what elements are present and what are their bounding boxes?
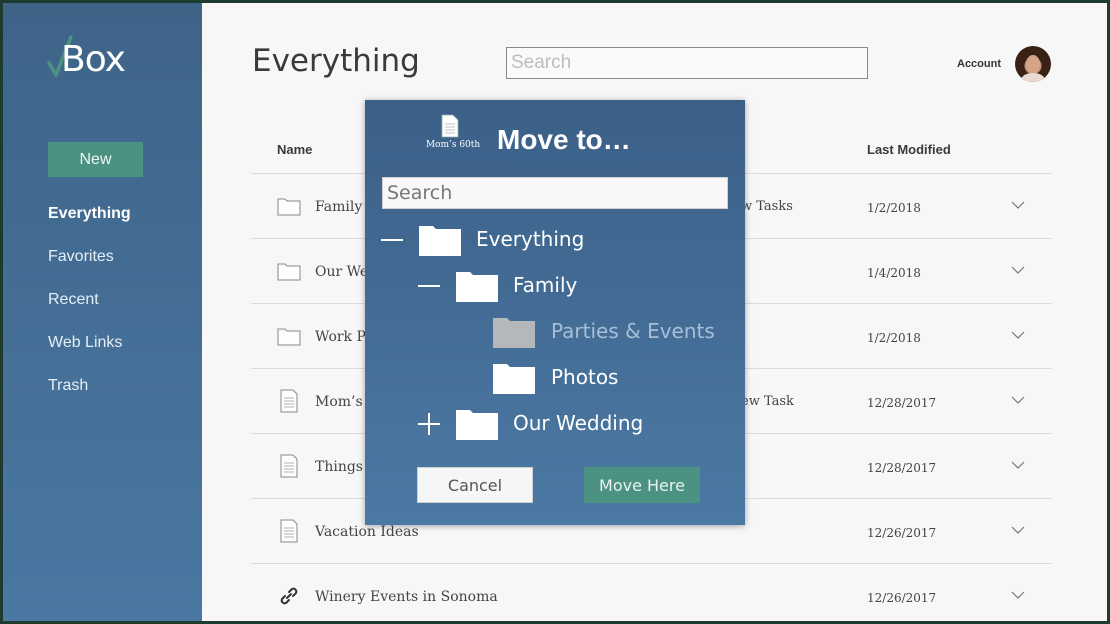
page-title: Everything xyxy=(252,43,420,79)
column-header-last-modified[interactable]: Last Modified xyxy=(867,142,951,157)
folder-icon xyxy=(493,318,535,348)
sidebar-nav: Everything Favorites Recent Web Links Tr… xyxy=(48,201,131,416)
tree-item-label: Parties & Events xyxy=(551,319,715,343)
row-date: 1/4/2018 xyxy=(867,266,921,280)
row-date: 12/28/2017 xyxy=(867,396,937,410)
row-date: 12/26/2017 xyxy=(867,526,937,540)
dialog-search-input[interactable]: Search xyxy=(382,177,728,209)
logo-text: Box xyxy=(61,39,126,80)
sidebar-item-recent[interactable]: Recent xyxy=(48,287,131,330)
link-icon xyxy=(280,587,298,605)
row-name[interactable]: Things xyxy=(315,459,363,475)
move-here-button[interactable]: Move Here xyxy=(584,467,700,503)
chevron-down-icon[interactable] xyxy=(1011,459,1025,471)
sidebar: Box New Everything Favorites Recent Web … xyxy=(3,3,202,621)
avatar-face xyxy=(1026,55,1040,73)
sidebar-item-web-links[interactable]: Web Links xyxy=(48,330,131,373)
row-name[interactable]: Work P xyxy=(315,329,366,345)
collapse-icon[interactable] xyxy=(380,228,404,252)
document-icon xyxy=(441,114,459,138)
chevron-down-icon[interactable] xyxy=(1011,199,1025,211)
cancel-button[interactable]: Cancel xyxy=(417,467,533,503)
row-name[interactable]: Our We xyxy=(315,264,368,280)
app-logo[interactable]: Box xyxy=(47,35,137,83)
search-input[interactable]: Search xyxy=(506,47,868,79)
column-header-name[interactable]: Name xyxy=(277,142,312,157)
new-button[interactable]: New xyxy=(48,142,143,177)
row-name[interactable]: Winery Events in Sonoma xyxy=(315,589,498,605)
chevron-down-icon[interactable] xyxy=(1011,589,1025,601)
document-icon xyxy=(280,454,298,478)
folder-icon xyxy=(493,364,535,394)
tree-item-parties-events: Parties & Events xyxy=(492,315,732,351)
dialog-title: Move to… xyxy=(497,124,631,155)
tree-item-label: Photos xyxy=(551,365,619,389)
document-icon xyxy=(280,519,298,543)
chevron-down-icon[interactable] xyxy=(1011,264,1025,276)
expand-icon[interactable] xyxy=(417,412,441,436)
chevron-down-icon[interactable] xyxy=(1011,524,1025,536)
folder-icon xyxy=(277,198,301,216)
table-row[interactable]: Winery Events in Sonoma 12/26/2017 xyxy=(251,563,1052,621)
selected-file-label: Mom’s 60th xyxy=(425,140,481,150)
sidebar-item-trash[interactable]: Trash xyxy=(48,373,131,416)
collapse-icon[interactable] xyxy=(417,274,441,298)
sidebar-item-favorites[interactable]: Favorites xyxy=(48,244,131,287)
document-icon xyxy=(280,389,298,413)
tree-item-label: Family xyxy=(513,273,578,297)
row-extra: w Tasks xyxy=(741,199,793,214)
tree-item-label: Our Wedding xyxy=(513,411,644,435)
folder-icon xyxy=(456,410,498,440)
row-date: 12/28/2017 xyxy=(867,461,937,475)
row-name[interactable]: Vacation Ideas xyxy=(315,524,419,540)
tree-item-our-wedding[interactable]: Our Wedding xyxy=(417,407,677,443)
row-date: 1/2/2018 xyxy=(867,201,921,215)
tree-item-label: Everything xyxy=(476,227,585,251)
row-date: 12/26/2017 xyxy=(867,591,937,605)
row-date: 1/2/2018 xyxy=(867,331,921,345)
move-to-dialog: Mom’s 60th Move to… Search Everything Fa… xyxy=(365,100,745,525)
row-name[interactable]: Mom’s xyxy=(315,394,363,410)
row-name[interactable]: Family xyxy=(315,199,362,215)
tree-item-family[interactable]: Family xyxy=(417,269,667,305)
avatar-shoulders xyxy=(1021,73,1045,82)
chevron-down-icon[interactable] xyxy=(1011,394,1025,406)
account-link[interactable]: Account xyxy=(957,58,1001,70)
folder-icon xyxy=(277,328,301,346)
app-window: Box New Everything Favorites Recent Web … xyxy=(3,3,1107,621)
tree-item-photos[interactable]: Photos xyxy=(492,361,692,397)
row-extra: ew Task xyxy=(741,394,794,409)
folder-icon xyxy=(277,263,301,281)
sidebar-item-everything[interactable]: Everything xyxy=(48,201,131,244)
tree-item-everything[interactable]: Everything xyxy=(380,223,630,259)
folder-icon xyxy=(456,272,498,302)
chevron-down-icon[interactable] xyxy=(1011,329,1025,341)
folder-icon xyxy=(419,226,461,256)
avatar[interactable] xyxy=(1015,46,1051,82)
